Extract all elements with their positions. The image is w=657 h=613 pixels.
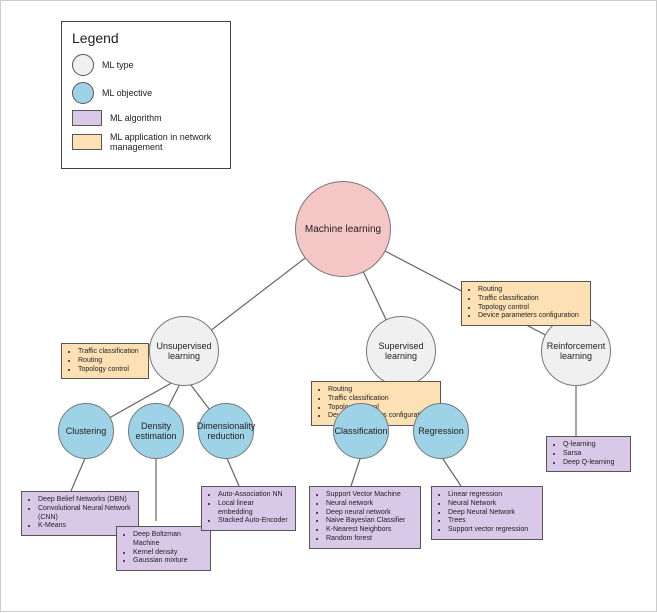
node-obj-classification: Classification — [333, 403, 389, 459]
list-item: Random forest — [326, 535, 414, 544]
node-type-label: Reinforcement learning — [546, 341, 606, 361]
list-item: Local linear embedding — [218, 500, 289, 518]
node-root: Machine learning — [295, 181, 391, 277]
list-item: Traffic classification — [328, 395, 434, 404]
app-box-reinforcement: RoutingTraffic classificationTopology co… — [461, 281, 591, 326]
list-item: Deep Neural Network — [448, 509, 536, 518]
legend-row-objective: ML objective — [72, 82, 220, 104]
list-item: Deep neural network — [326, 509, 414, 518]
list-item: Traffic classification — [78, 348, 142, 357]
list-item: Routing — [78, 357, 142, 366]
legend-label-algorithm: ML algorithm — [110, 113, 162, 123]
node-obj-label: Classification — [334, 426, 387, 436]
list-item: Topology control — [78, 366, 142, 375]
algo-list: Support Vector MachineNeural networkDeep… — [316, 491, 414, 544]
list-item: Neural Network — [448, 500, 536, 509]
node-type-label: Unsupervised learning — [154, 341, 214, 361]
list-item: K-Nearest Neighbors — [326, 526, 414, 535]
list-item: Linear regression — [448, 491, 536, 500]
circle-icon — [72, 54, 94, 76]
list-item: Stacked Auto-Encoder — [218, 517, 289, 526]
list-item: Device parameters configuration — [478, 312, 584, 321]
list-item: Convolutional Neural Network (CNN) — [38, 505, 132, 523]
node-obj-regression: Regression — [413, 403, 469, 459]
node-obj-dimred: Dimensionality reduction — [198, 403, 254, 459]
list-item: Deep Boltzman Machine — [133, 531, 204, 549]
list-item: Support Vector Machine — [326, 491, 414, 500]
algo-list: Q-learningSarsaDeep Q-learning — [553, 441, 624, 467]
app-list: RoutingTraffic classificationTopology co… — [468, 286, 584, 321]
legend-row-algorithm: ML algorithm — [72, 110, 220, 126]
list-item: Naive Bayesian Classifier — [326, 517, 414, 526]
algo-box-density: Deep Boltzman MachineKernel densityGauss… — [116, 526, 211, 571]
node-obj-clustering: Clustering — [58, 403, 114, 459]
algo-list: Deep Boltzman MachineKernel densityGauss… — [123, 531, 204, 566]
legend-row-type: ML type — [72, 54, 220, 76]
list-item: Trees — [448, 517, 536, 526]
algo-box-classification: Support Vector MachineNeural networkDeep… — [309, 486, 421, 549]
list-item: Neural network — [326, 500, 414, 509]
list-item: Sarsa — [563, 450, 624, 459]
legend-label-objective: ML objective — [102, 88, 152, 98]
legend-title: Legend — [72, 30, 220, 46]
circle-icon — [72, 82, 94, 104]
node-type-unsupervised: Unsupervised learning — [149, 316, 219, 386]
node-type-reinforcement: Reinforcement learning — [541, 316, 611, 386]
legend-label-type: ML type — [102, 60, 134, 70]
list-item: Deep Q-learning — [563, 459, 624, 468]
node-type-supervised: Supervised learning — [366, 316, 436, 386]
node-obj-label: Regression — [418, 426, 464, 436]
square-icon — [72, 134, 102, 150]
legend-box: Legend ML type ML objective ML algorithm… — [61, 21, 231, 169]
node-obj-label: Dimensionality reduction — [197, 421, 256, 441]
app-box-unsupervised: Traffic classificationRoutingTopology co… — [61, 343, 149, 379]
algo-list: Auto-Association NNLocal linear embeddin… — [208, 491, 289, 526]
list-item: Routing — [478, 286, 584, 295]
algo-box-dimred: Auto-Association NNLocal linear embeddin… — [201, 486, 296, 531]
list-item: Deep Belief Networks (DBN) — [38, 496, 132, 505]
list-item: Auto-Association NN — [218, 491, 289, 500]
list-item: Routing — [328, 386, 434, 395]
node-obj-density: Density estimation — [128, 403, 184, 459]
list-item: Kernel density — [133, 549, 204, 558]
list-item: Support vector regression — [448, 526, 536, 535]
app-list: Traffic classificationRoutingTopology co… — [68, 348, 142, 374]
diagram-stage: Legend ML type ML objective ML algorithm… — [0, 0, 657, 612]
node-obj-label: Density estimation — [133, 421, 179, 441]
list-item: Traffic classification — [478, 295, 584, 304]
legend-label-application: ML application in network management — [110, 132, 220, 152]
algo-box-reinforcement: Q-learningSarsaDeep Q-learning — [546, 436, 631, 472]
list-item: Q-learning — [563, 441, 624, 450]
node-obj-label: Clustering — [66, 426, 107, 436]
algo-list: Linear regressionNeural NetworkDeep Neur… — [438, 491, 536, 535]
list-item: Gaussian mixture — [133, 557, 204, 566]
list-item: Topology control — [478, 304, 584, 313]
legend-row-application: ML application in network management — [72, 132, 220, 152]
square-icon — [72, 110, 102, 126]
node-root-label: Machine learning — [305, 224, 381, 235]
node-type-label: Supervised learning — [371, 341, 431, 361]
algo-box-regression: Linear regressionNeural NetworkDeep Neur… — [431, 486, 543, 540]
